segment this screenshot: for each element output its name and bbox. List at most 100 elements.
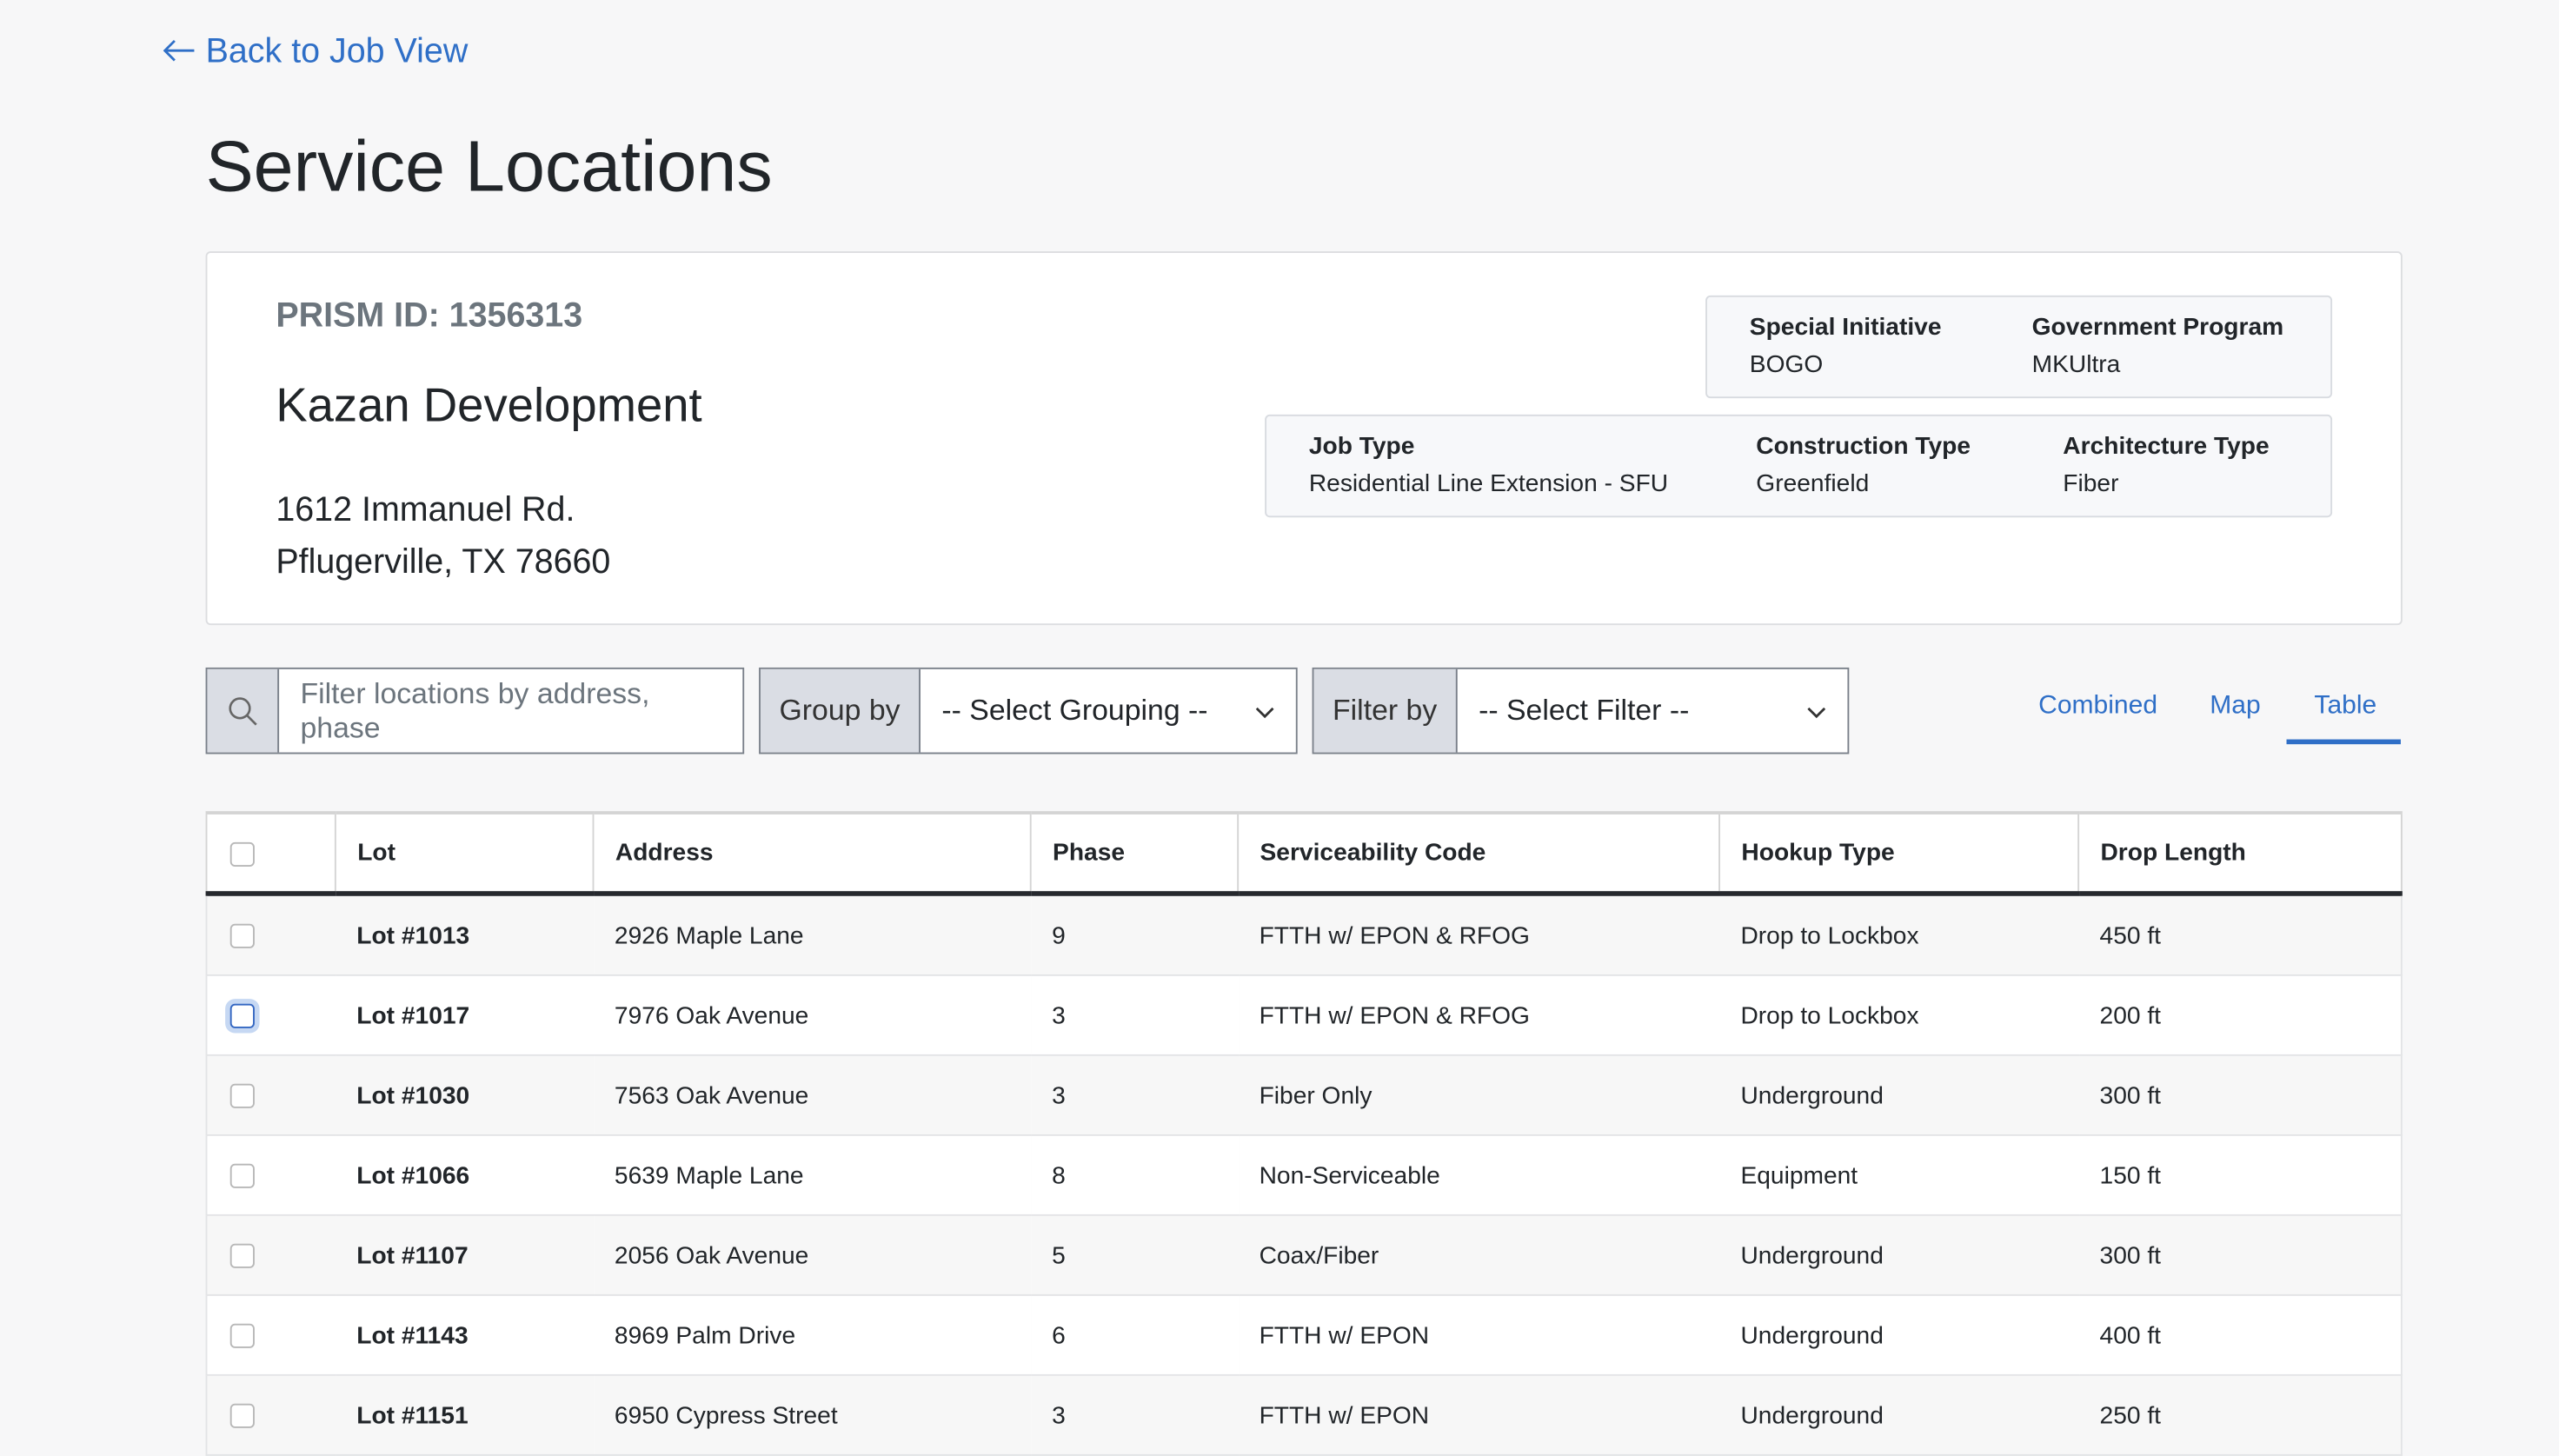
architecture-type: Architecture Type Fiber: [2063, 432, 2270, 498]
cell-hookup-type: Drop to Lockbox: [1719, 893, 2079, 976]
row-checkbox[interactable]: [229, 1163, 255, 1188]
cell-lot: Lot #1017: [335, 974, 594, 1056]
cell-drop-length: 450 ft: [2078, 893, 2403, 976]
row-select-cell: [205, 1214, 336, 1296]
cell-phase: 9: [1030, 893, 1239, 976]
table-row[interactable]: Lot #1151 6950 Cypress Street 3 FTTH w/ EPO…: [205, 1374, 2403, 1456]
table-row[interactable]: Lot #1013 2926 Maple Lane 9 FTTH w/ EPON & …: [205, 893, 2403, 976]
search-icon: [207, 668, 280, 753]
job-type-info-box: Job Type Residential Line Extension - SFU…: [1265, 414, 2333, 518]
cell-hookup-type: Equipment: [1719, 1134, 2079, 1216]
row-select-cell: [205, 1294, 336, 1376]
filter-by-label: Filter by: [1313, 668, 1458, 753]
cell-drop-length: 400 ft: [2078, 1294, 2403, 1376]
cell-address: 2926 Maple Lane: [593, 893, 1031, 976]
cell-lot: Lot #1066: [335, 1134, 594, 1216]
column-header-phase[interactable]: Phase: [1029, 811, 1240, 896]
group-by-group: Group by -- Select Grouping --: [759, 667, 1298, 755]
select-all-header: [205, 811, 336, 896]
cell-drop-length: 200 ft: [2078, 974, 2403, 1056]
cell-serviceability-code: FTTH w/ EPON & RFOG: [1238, 893, 1720, 976]
row-select-cell: [205, 1374, 336, 1456]
group-by-select[interactable]: -- Select Grouping --: [921, 669, 1296, 753]
cell-lot: Lot #1030: [335, 1054, 594, 1136]
cell-drop-length: 300 ft: [2078, 1214, 2403, 1296]
active-tab-indicator: [2286, 739, 2401, 745]
cell-phase: 8: [1030, 1134, 1239, 1216]
chevron-down-icon: [1255, 694, 1275, 728]
cell-phase: 5: [1030, 1214, 1239, 1296]
cell-address: 8969 Palm Drive: [593, 1294, 1031, 1376]
tab-map[interactable]: Map: [2210, 692, 2260, 721]
column-header-address[interactable]: Address: [592, 811, 1032, 896]
column-header-serviceability-code[interactable]: Serviceability Code: [1237, 811, 1720, 896]
search-input[interactable]: Filter locations by address, phase: [279, 669, 742, 753]
special-initiative: Special Initiative BOGO: [1749, 313, 1942, 379]
column-header-lot[interactable]: Lot: [334, 811, 595, 896]
cell-hookup-type: Drop to Lockbox: [1719, 974, 2079, 1056]
project-name: Kazan Development: [276, 380, 702, 433]
cell-serviceability-code: Coax/Fiber: [1238, 1214, 1720, 1296]
government-program: Government Program MKUltra: [2031, 313, 2284, 379]
cell-serviceability-code: FTTH w/ EPON: [1238, 1294, 1720, 1376]
row-checkbox[interactable]: [229, 1323, 255, 1348]
cell-hookup-type: Underground: [1719, 1374, 2079, 1456]
tab-combined[interactable]: Combined: [2038, 692, 2157, 721]
cell-hookup-type: Underground: [1719, 1294, 2079, 1376]
address-line-1: 1612 Immanuel Rd.: [276, 491, 575, 529]
tab-table[interactable]: Table: [2314, 692, 2376, 721]
cell-serviceability-code: Fiber Only: [1238, 1054, 1720, 1136]
table-row[interactable]: Lot #1017 7976 Oak Avenue 3 FTTH w/ EPON & …: [205, 974, 2403, 1056]
row-checkbox[interactable]: [229, 1403, 255, 1428]
column-header-drop-length[interactable]: Drop Length: [2077, 811, 2403, 896]
cell-phase: 3: [1030, 974, 1239, 1056]
cell-address: 5639 Maple Lane: [593, 1134, 1031, 1216]
cell-phase: 3: [1030, 1054, 1239, 1136]
service-locations-table: Lot Address Phase Serviceability Code Ho…: [205, 811, 2403, 1456]
construction-type: Construction Type Greenfield: [1756, 432, 1971, 498]
prism-id: PRISM ID: 1356313: [276, 296, 583, 335]
cell-address: 7976 Oak Avenue: [593, 974, 1031, 1056]
row-select-cell: [205, 1054, 336, 1136]
address-line-2: Pflugerville, TX 78660: [276, 543, 611, 582]
group-by-label: Group by: [760, 668, 921, 753]
select-all-checkbox[interactable]: [229, 841, 255, 867]
job-summary-card: PRISM ID: 1356313 Kazan Development 1612…: [205, 251, 2403, 626]
row-checkbox[interactable]: [229, 923, 255, 948]
job-type: Job Type Residential Line Extension - SFU: [1308, 432, 1669, 498]
search-group: Filter locations by address, phase: [205, 667, 745, 755]
cell-serviceability-code: Non-Serviceable: [1238, 1134, 1720, 1216]
chevron-down-icon: [1807, 694, 1827, 728]
table-header-row: Lot Address Phase Serviceability Code Ho…: [205, 811, 2403, 896]
row-checkbox[interactable]: [229, 1003, 255, 1028]
cell-phase: 3: [1030, 1374, 1239, 1456]
cell-phase: 6: [1030, 1294, 1239, 1376]
filter-by-select[interactable]: -- Select Filter --: [1458, 669, 1848, 753]
table-row[interactable]: Lot #1066 5639 Maple Lane 8 Non-Serviceable…: [205, 1134, 2403, 1216]
row-select-cell: [205, 1134, 336, 1216]
row-select-cell: [205, 974, 336, 1056]
cell-lot: Lot #1013: [335, 893, 594, 976]
cell-drop-length: 300 ft: [2078, 1054, 2403, 1136]
arrow-left-icon: [163, 33, 196, 72]
back-link-label: Back to Job View: [205, 32, 469, 70]
cell-hookup-type: Underground: [1719, 1214, 2079, 1296]
back-to-job-view-link[interactable]: Back to Job View: [163, 32, 469, 72]
cell-lot: Lot #1151: [335, 1374, 594, 1456]
cell-lot: Lot #1107: [335, 1214, 594, 1296]
table-row[interactable]: Lot #1107 2056 Oak Avenue 5 Coax/Fiber Under…: [205, 1214, 2403, 1296]
cell-address: 6950 Cypress Street: [593, 1374, 1031, 1456]
cell-lot: Lot #1143: [335, 1294, 594, 1376]
program-info-box: Special Initiative BOGO Government Progra…: [1705, 295, 2333, 399]
project-address: 1612 Immanuel Rd. Pflugerville, TX 78660: [276, 485, 610, 589]
cell-serviceability-code: FTTH w/ EPON & RFOG: [1238, 974, 1720, 1056]
row-select-cell: [205, 893, 336, 976]
cell-drop-length: 250 ft: [2078, 1374, 2403, 1456]
table-row[interactable]: Lot #1143 8969 Palm Drive 6 FTTH w/ EPON Und…: [205, 1294, 2403, 1376]
filter-by-group: Filter by -- Select Filter --: [1312, 667, 1850, 755]
column-header-hookup-type[interactable]: Hookup Type: [1718, 811, 2080, 896]
table-row[interactable]: Lot #1030 7563 Oak Avenue 3 Fiber Only Under…: [205, 1054, 2403, 1136]
row-checkbox[interactable]: [229, 1083, 255, 1108]
cell-hookup-type: Underground: [1719, 1054, 2079, 1136]
row-checkbox[interactable]: [229, 1243, 255, 1268]
